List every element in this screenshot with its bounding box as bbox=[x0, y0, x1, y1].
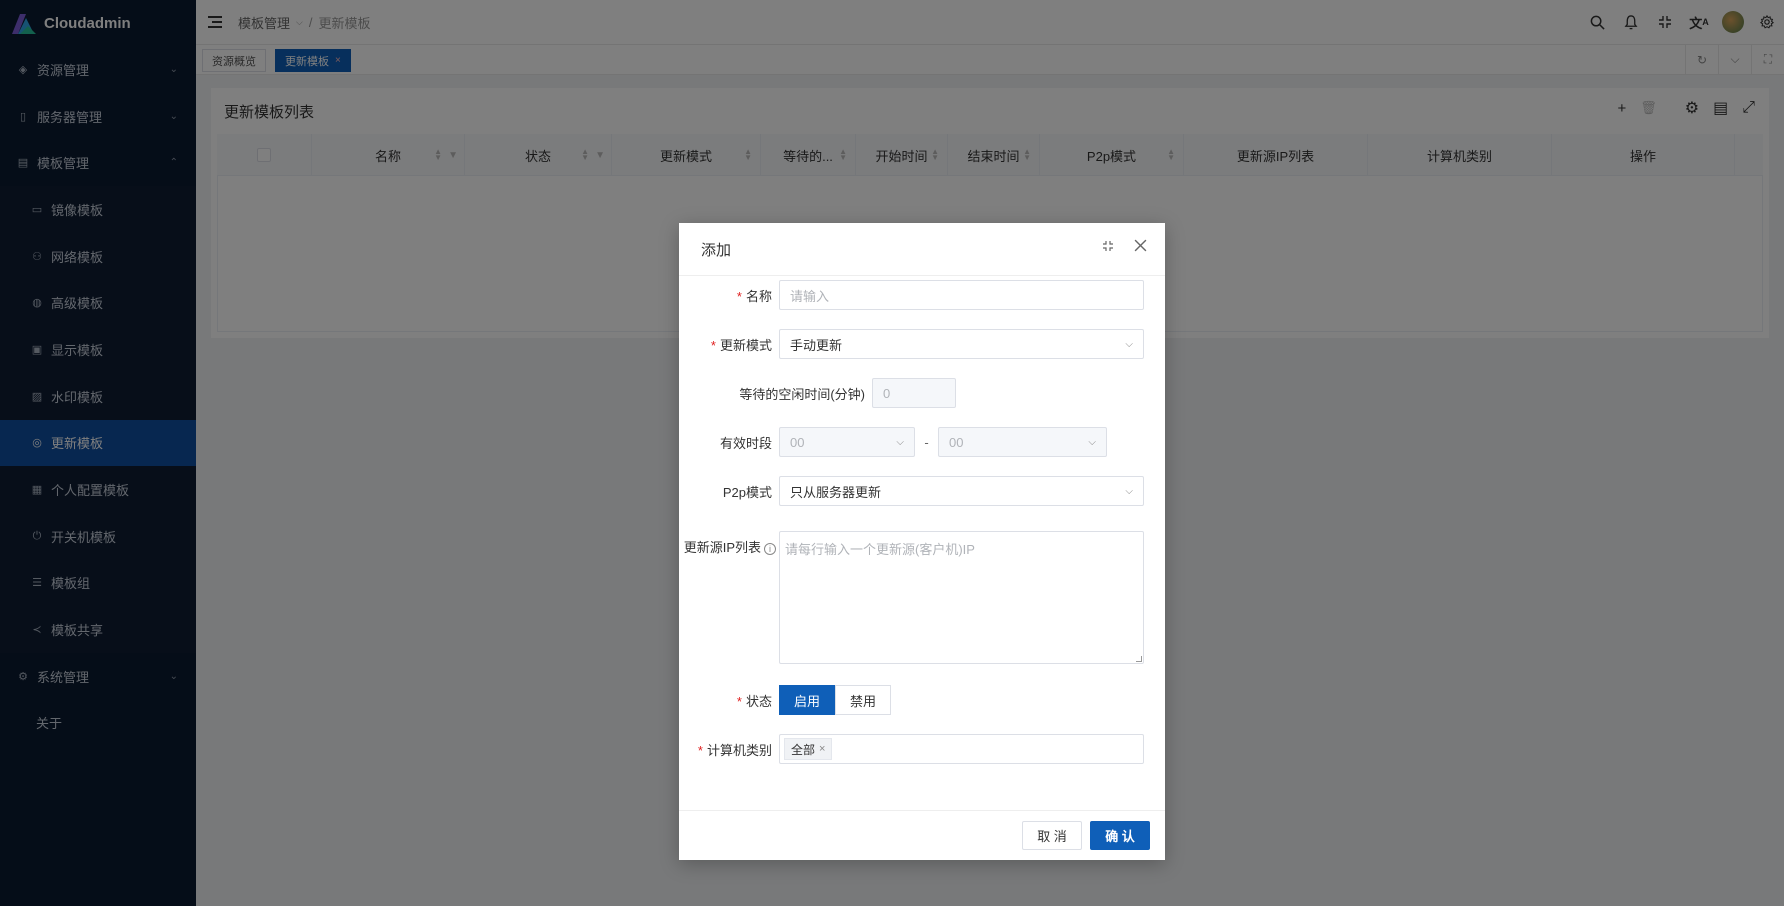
chevron-down-icon: ⌵ bbox=[896, 436, 904, 448]
field-label: * 更新模式 bbox=[710, 337, 772, 353]
close-icon[interactable] bbox=[1134, 239, 1147, 257]
form-row-valid-period: 有效时段 00 ⌵ - 00 ⌵ bbox=[679, 427, 1165, 457]
computer-type-select[interactable]: 全部 × bbox=[779, 734, 1144, 764]
source-ip-textarea[interactable]: 请每行输入一个更新源(客户机)IP bbox=[779, 531, 1144, 664]
close-icon[interactable]: × bbox=[819, 743, 825, 755]
resize-handle[interactable] bbox=[1136, 656, 1142, 662]
required-mark: * bbox=[710, 337, 716, 353]
form-row-update-mode: * 更新模式 手动更新 ⌵ bbox=[679, 329, 1165, 359]
chevron-down-icon: ⌵ bbox=[1125, 485, 1133, 497]
required-mark: * bbox=[736, 288, 742, 304]
form-row-p2p: P2p模式 只从服务器更新 ⌵ bbox=[679, 476, 1165, 506]
form-row-source-ips: 更新源IP列表 i 请每行输入一个更新源(客户机)IP bbox=[679, 531, 1165, 664]
field-label: * 状态 bbox=[736, 693, 772, 709]
form-row-name: * 名称 请输入 bbox=[679, 280, 1165, 310]
select-value: 00 bbox=[949, 434, 964, 450]
tag-label: 全部 bbox=[791, 742, 816, 757]
period-start-select[interactable]: 00 ⌵ bbox=[779, 427, 915, 457]
field-label: * 计算机类别 bbox=[697, 742, 772, 758]
select-value: 手动更新 bbox=[790, 337, 843, 353]
range-separator: - bbox=[924, 434, 929, 450]
p2p-mode-select[interactable]: 只从服务器更新 ⌵ bbox=[779, 476, 1144, 506]
chevron-down-icon: ⌵ bbox=[1125, 338, 1133, 350]
dialog-footer: 取 消 确 认 bbox=[679, 810, 1165, 860]
confirm-button[interactable]: 确 认 bbox=[1090, 821, 1150, 850]
idle-wait-input[interactable]: 0 bbox=[872, 378, 956, 408]
field-label: P2p模式 bbox=[722, 484, 772, 500]
info-icon[interactable]: i bbox=[764, 543, 776, 555]
enable-button[interactable]: 启用 bbox=[779, 685, 835, 715]
cancel-button[interactable]: 取 消 bbox=[1022, 821, 1082, 850]
chevron-down-icon: ⌵ bbox=[1088, 436, 1096, 448]
required-mark: * bbox=[697, 742, 703, 758]
form-row-idle-wait: 等待的空闲时间(分钟) 0 bbox=[679, 378, 1165, 408]
field-label: 有效时段 bbox=[719, 435, 772, 451]
dialog-header: 添加 bbox=[679, 223, 1165, 276]
update-mode-select[interactable]: 手动更新 ⌵ bbox=[779, 329, 1144, 359]
field-label: * 名称 bbox=[736, 288, 772, 304]
disable-button[interactable]: 禁用 bbox=[835, 685, 891, 715]
selected-tag: 全部 × bbox=[784, 738, 833, 760]
field-label: 等待的空闲时间(分钟) bbox=[739, 386, 865, 402]
period-end-select[interactable]: 00 ⌵ bbox=[938, 427, 1107, 457]
dialog-header-actions bbox=[1102, 239, 1147, 257]
select-value: 00 bbox=[790, 434, 805, 450]
status-toggle: 启用 禁用 bbox=[779, 685, 891, 715]
select-value: 只从服务器更新 bbox=[790, 484, 882, 500]
textarea-placeholder: 请每行输入一个更新源(客户机)IP bbox=[785, 542, 975, 557]
name-input[interactable]: 请输入 bbox=[779, 280, 1144, 310]
field-label: 更新源IP列表 i bbox=[679, 531, 779, 556]
compress-icon[interactable] bbox=[1102, 239, 1114, 257]
form-row-computer-type: * 计算机类别 全部 × bbox=[679, 734, 1165, 764]
add-dialog: 添加 * 名称 请输入 * 更新模式 手动更新 ⌵ 等待的空闲时间(分钟) 0 有效… bbox=[679, 223, 1165, 860]
dialog-title: 添加 bbox=[701, 241, 732, 259]
form-row-status: * 状态 启用 禁用 bbox=[679, 685, 1165, 715]
required-mark: * bbox=[736, 693, 742, 709]
